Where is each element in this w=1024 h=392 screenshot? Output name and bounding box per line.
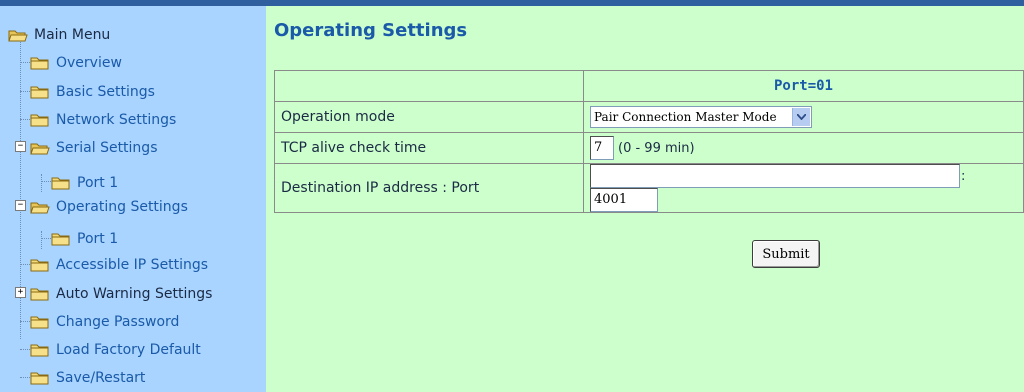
tree-connector-line — [41, 174, 42, 192]
operation-mode-select[interactable]: Pair Connection Master Mode — [590, 106, 812, 128]
sidebar-item-load-factory-default[interactable]: Load Factory Default — [30, 339, 201, 361]
tree-branch — [20, 119, 30, 120]
folder-icon — [30, 315, 50, 329]
folder-icon — [30, 113, 50, 127]
folder-icon — [51, 176, 71, 190]
table-row: Port=01 — [274, 70, 1024, 102]
sidebar-item-label: Serial Settings — [56, 140, 158, 156]
sidebar-item-network-settings[interactable]: Network Settings — [30, 109, 176, 131]
tree-branch — [20, 349, 30, 350]
sidebar-item-label: Save/Restart — [56, 370, 146, 386]
sidebar-item-auto-warning-settings[interactable]: Auto Warning Settings — [30, 283, 212, 305]
table-header-spacer — [274, 70, 584, 102]
submit-button[interactable]: Submit — [752, 240, 820, 268]
sidebar-item-serial-port-1[interactable]: Port 1 — [51, 172, 118, 194]
operation-mode-value: Pair Connection Master Mode — [594, 110, 777, 124]
sidebar-item-label: Change Password — [56, 314, 180, 330]
operation-mode-label: Operation mode — [274, 101, 584, 133]
settings-table: Port=01 Operation mode Pair Connection M… — [274, 70, 1024, 213]
sidebar-main-menu[interactable]: Main Menu — [8, 24, 110, 46]
destination-ip-cell: : 4001 — [583, 163, 1024, 213]
operation-mode-cell: Pair Connection Master Mode — [583, 101, 1024, 133]
tree-branch — [20, 377, 30, 378]
chevron-down-icon[interactable] — [792, 108, 810, 126]
tree-branch — [41, 238, 51, 239]
folder-icon — [30, 258, 50, 272]
ip-port-separator: : — [961, 168, 966, 184]
sidebar-item-label: Operating Settings — [56, 199, 188, 215]
sidebar-item-save-restart[interactable]: Save/Restart — [30, 367, 145, 389]
folder-icon — [51, 232, 71, 246]
collapse-toggle[interactable]: − — [15, 141, 26, 152]
destination-ip-label: Destination IP address : Port — [274, 163, 584, 213]
tcp-alive-cell: 7 (0 - 99 min) — [583, 132, 1024, 164]
folder-icon — [30, 56, 50, 70]
tree-branch — [20, 321, 30, 322]
destination-ip-input[interactable] — [590, 164, 960, 188]
open-folder-icon — [30, 141, 50, 155]
table-row: TCP alive check time 7 (0 - 99 min) — [274, 132, 1024, 164]
sidebar-item-label: Auto Warning Settings — [56, 286, 213, 302]
sidebar-item-label: Network Settings — [56, 112, 177, 128]
expand-toggle[interactable]: + — [15, 287, 26, 298]
sidebar-item-accessible-ip-settings[interactable]: Accessible IP Settings — [30, 254, 208, 276]
tcp-alive-hint: (0 - 99 min) — [618, 140, 695, 156]
folder-icon — [30, 85, 50, 99]
sidebar-item-change-password[interactable]: Change Password — [30, 311, 179, 333]
open-folder-icon — [8, 28, 28, 42]
main-content: Operating Settings Port=01 Operation mod… — [266, 6, 1024, 392]
sidebar-main-menu-label: Main Menu — [34, 27, 111, 43]
sidebar-item-serial-settings[interactable]: Serial Settings — [30, 137, 158, 159]
sidebar-item-label: Overview — [56, 55, 122, 71]
open-folder-icon — [30, 200, 50, 214]
sidebar-item-label: Basic Settings — [56, 84, 155, 100]
folder-icon — [30, 287, 50, 301]
sidebar-item-operating-settings[interactable]: Operating Settings — [30, 196, 188, 218]
sidebar-item-label: Port 1 — [77, 175, 119, 191]
sidebar-item-label: Accessible IP Settings — [56, 257, 209, 273]
folder-icon — [30, 371, 50, 385]
sidebar-item-label: Port 1 — [77, 231, 119, 247]
tree-branch — [20, 264, 30, 265]
folder-icon — [30, 343, 50, 357]
table-row: Destination IP address : Port : 4001 — [274, 163, 1024, 213]
collapse-toggle[interactable]: − — [15, 200, 26, 211]
sidebar-item-overview[interactable]: Overview — [30, 52, 122, 74]
tcp-alive-label: TCP alive check time — [274, 132, 584, 164]
tree-branch — [20, 62, 30, 63]
port-header: Port=01 — [583, 70, 1024, 102]
sidebar-item-label: Load Factory Default — [56, 342, 201, 358]
tree-branch — [20, 91, 30, 92]
table-row: Operation mode Pair Connection Master Mo… — [274, 101, 1024, 133]
page-title: Operating Settings — [274, 20, 468, 41]
sidebar-item-basic-settings[interactable]: Basic Settings — [30, 81, 155, 103]
tree-connector-line — [41, 231, 42, 249]
sidebar-item-operating-port-1[interactable]: Port 1 — [51, 228, 118, 250]
tcp-alive-input[interactable]: 7 — [590, 136, 614, 160]
tree-branch — [41, 181, 51, 182]
destination-port-input[interactable]: 4001 — [590, 188, 658, 212]
sidebar-tree: Main Menu Overview Basic Settings Networ… — [0, 6, 266, 392]
